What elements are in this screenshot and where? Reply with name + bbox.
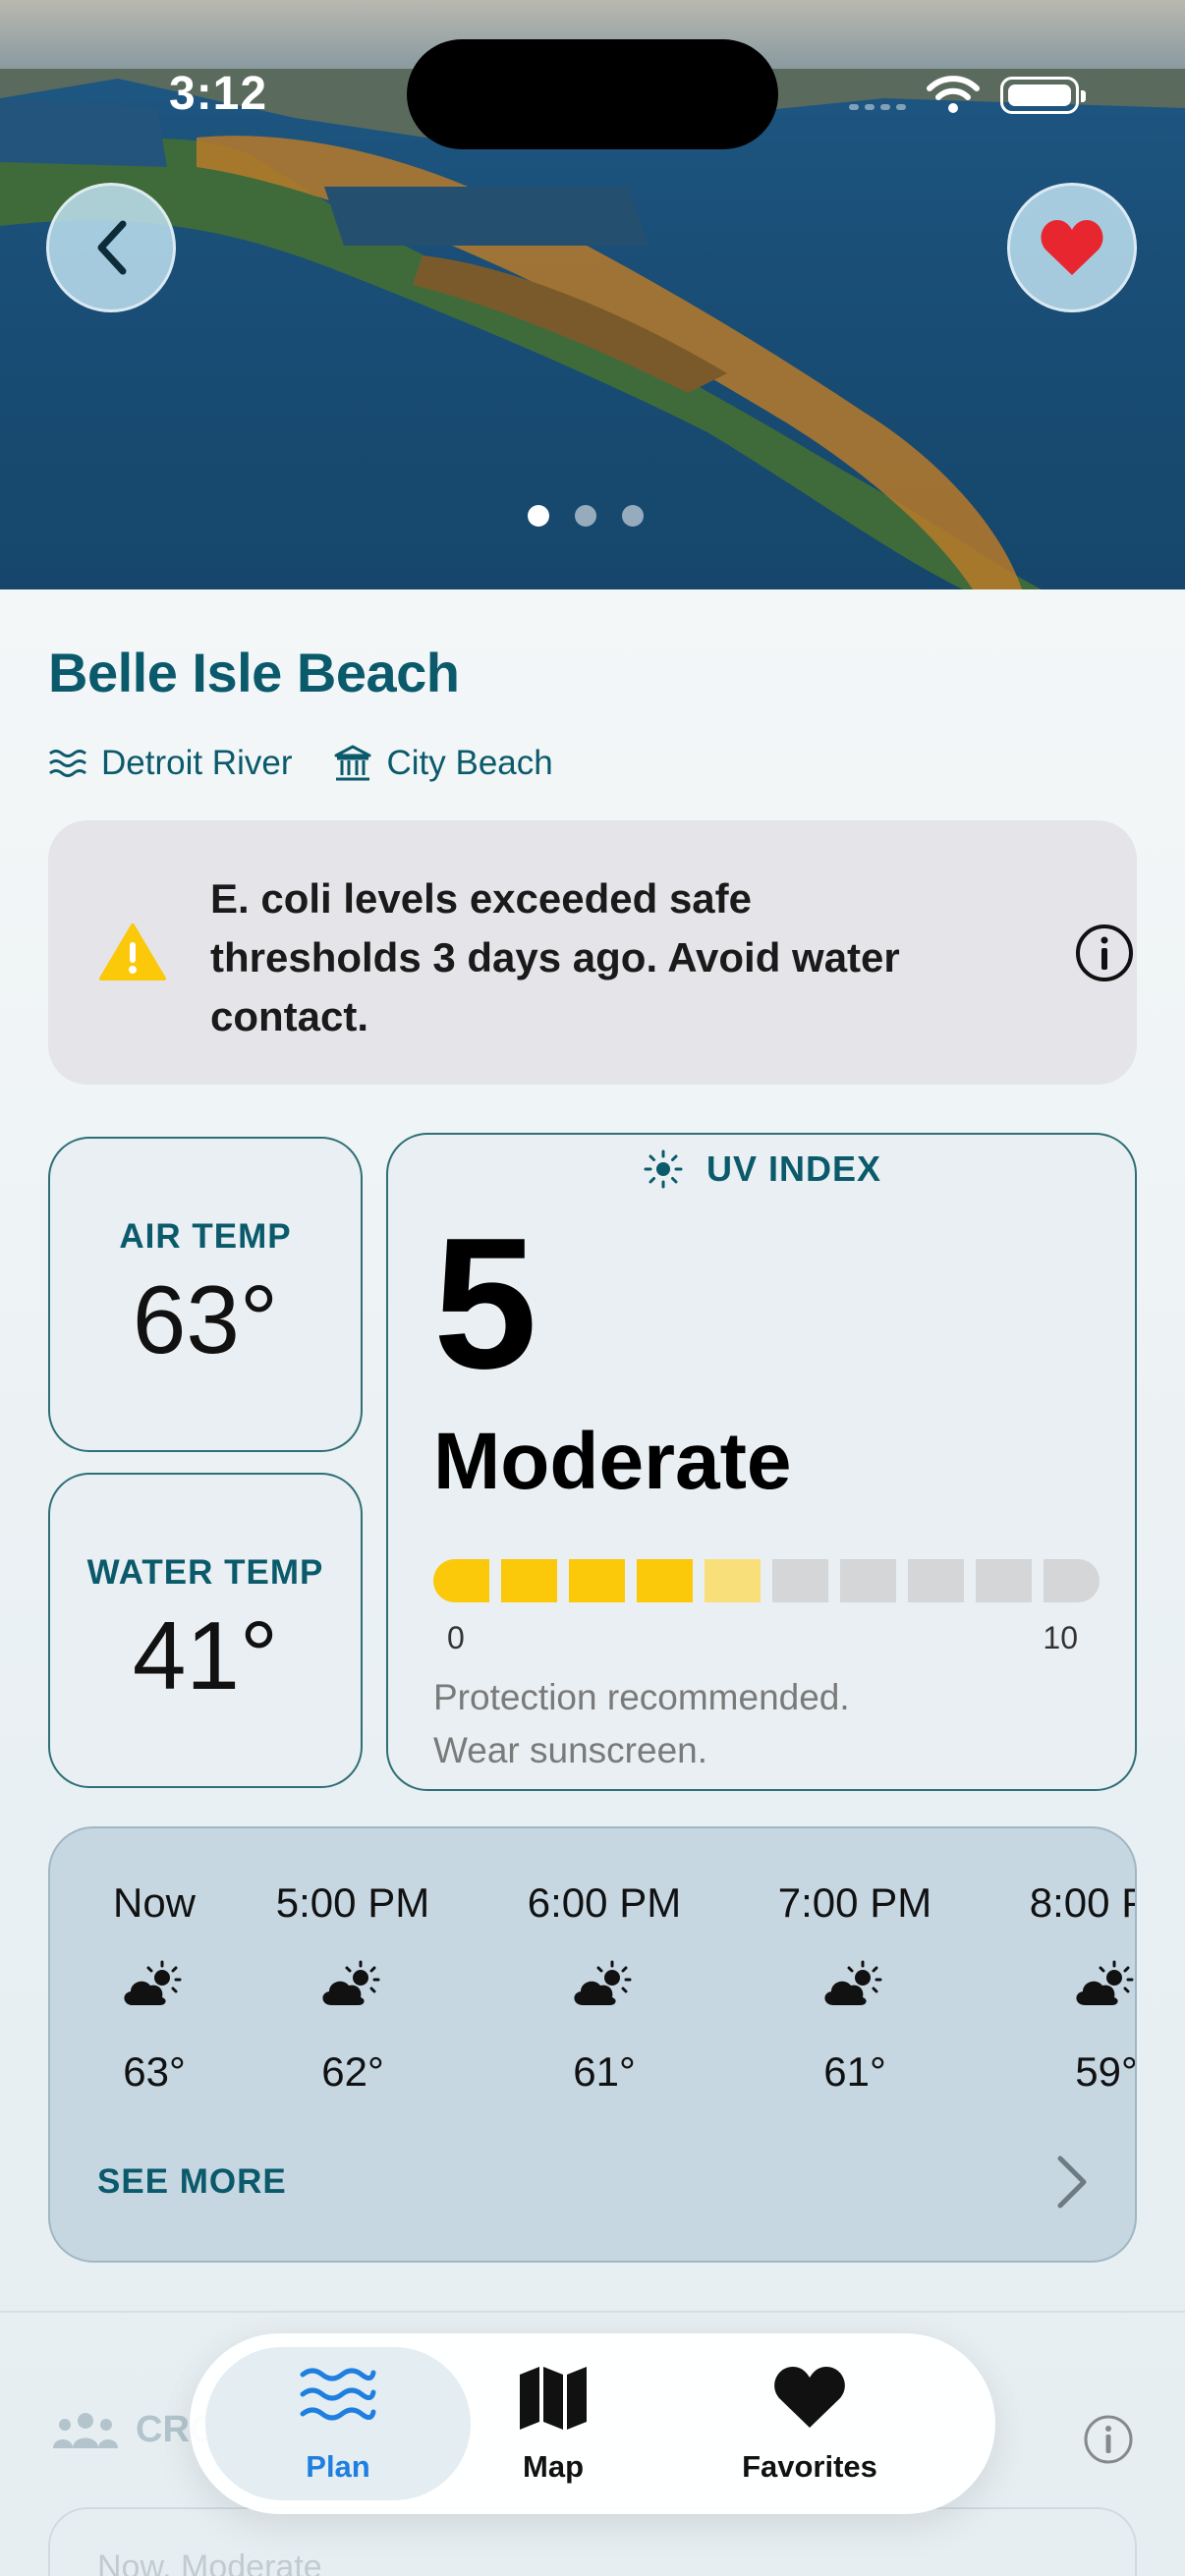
hour-temp: 62° <box>321 2048 384 2095</box>
water-body-label: Detroit River <box>101 744 293 782</box>
uv-level: Moderate <box>433 1417 792 1506</box>
cellular-signal-icon <box>849 104 906 110</box>
chevron-left-icon <box>97 220 127 275</box>
image-pager[interactable] <box>528 505 644 527</box>
uv-scale-bar <box>433 1559 1100 1602</box>
crowd-card[interactable]: Now, Moderate <box>48 2507 1137 2576</box>
uv-segment <box>908 1559 964 1602</box>
uv-segment <box>772 1559 828 1602</box>
map-icon <box>520 2367 587 2430</box>
tab-bar: Plan Map Favorites <box>190 2333 995 2514</box>
beach-category-label: City Beach <box>386 744 553 782</box>
info-icon[interactable] <box>1082 2413 1135 2466</box>
tab-favorites[interactable]: Favorites <box>726 2333 893 2514</box>
favorite-button[interactable] <box>1007 183 1137 312</box>
info-icon[interactable] <box>1074 923 1135 983</box>
tab-label: Map <box>523 2449 584 2484</box>
air-temp-label: AIR TEMP <box>119 1217 292 1256</box>
partly-sunny-icon <box>822 1960 882 2007</box>
status-time: 3:12 <box>169 68 268 120</box>
hour-time: 6:00 PM <box>527 1879 682 1926</box>
hero-photo[interactable]: 3:12 <box>0 0 1185 589</box>
uv-segment <box>976 1559 1032 1602</box>
heart-icon <box>774 2367 845 2428</box>
pager-dot[interactable] <box>575 505 596 527</box>
uv-segment <box>840 1559 896 1602</box>
uv-segment <box>637 1559 693 1602</box>
uv-description-line: Wear sunscreen. <box>433 1730 707 1770</box>
hour-time: 7:00 PM <box>777 1879 932 1926</box>
uv-segment <box>1044 1559 1100 1602</box>
air-temp-value: 63° <box>132 1265 279 1373</box>
battery-icon <box>1000 77 1086 114</box>
building-columns-icon <box>334 745 371 781</box>
hour-temp: 59° <box>1075 2048 1137 2095</box>
uv-segment <box>501 1559 557 1602</box>
uv-scale-max: 10 <box>1043 1620 1078 1655</box>
uv-scale-min: 0 <box>447 1620 465 1655</box>
wifi-icon <box>927 76 980 113</box>
hour-time: 5:00 PM <box>275 1879 430 1926</box>
uv-segment <box>569 1559 625 1602</box>
uv-description-line: Protection recommended. <box>433 1677 850 1717</box>
water-temp-label: WATER TEMP <box>86 1553 324 1592</box>
crowd-status: Now, Moderate <box>97 2548 322 2576</box>
chevron-right-icon[interactable] <box>1052 2153 1092 2212</box>
people-icon <box>53 2412 118 2448</box>
sun-icon <box>644 1149 683 1189</box>
uv-description: Protection recommended. Wear sunscreen. <box>433 1671 850 1777</box>
air-temp-card[interactable]: AIR TEMP 63° <box>48 1137 363 1452</box>
beach-meta: Detroit River City Beach <box>48 744 553 783</box>
hour-time: Now <box>112 1879 197 1926</box>
hour-time: 8:00 PM <box>1029 1879 1135 1926</box>
partly-sunny-icon <box>572 1960 632 2007</box>
waves-icon <box>300 2368 376 2421</box>
uv-segment <box>433 1559 489 1602</box>
tab-label: Plan <box>306 2449 370 2484</box>
tab-plan[interactable]: Plan <box>205 2333 471 2514</box>
back-button[interactable] <box>46 183 176 312</box>
uv-value: 5 <box>433 1200 537 1408</box>
heart-icon <box>1041 220 1103 275</box>
tab-label: Favorites <box>742 2449 877 2484</box>
hourly-forecast-card[interactable]: Now 63° 5:00 PM 62° 6:00 PM 61° 7:00 PM … <box>48 1826 1137 2263</box>
partly-sunny-icon <box>320 1960 380 2007</box>
water-quality-alert[interactable]: E. coli levels exceeded safe thresholds … <box>48 820 1137 1085</box>
tab-map[interactable]: Map <box>484 2333 622 2514</box>
uv-segment <box>705 1559 761 1602</box>
water-temp-card[interactable]: WATER TEMP 41° <box>48 1473 363 1788</box>
see-more-link[interactable]: SEE MORE <box>97 2162 287 2202</box>
uv-label: UV INDEX <box>706 1148 882 1189</box>
pager-dot[interactable] <box>528 505 549 527</box>
uv-header: UV INDEX <box>644 1148 881 1190</box>
uv-index-card[interactable]: UV INDEX 5 Moderate 0 10 Protection reco… <box>386 1133 1137 1791</box>
partly-sunny-icon <box>122 1960 182 2007</box>
hour-temp: 61° <box>573 2048 636 2095</box>
pager-dot[interactable] <box>622 505 644 527</box>
warning-icon <box>99 924 166 980</box>
section-divider <box>0 2311 1185 2313</box>
alert-message: E. coli levels exceeded safe thresholds … <box>210 875 900 1039</box>
hour-temp: 63° <box>123 2048 186 2095</box>
beach-title: Belle Isle Beach <box>48 642 460 703</box>
water-temp-value: 41° <box>132 1601 279 1709</box>
water-waves-icon <box>49 750 86 777</box>
dynamic-island <box>407 39 778 149</box>
partly-sunny-icon <box>1074 1960 1134 2007</box>
hour-temp: 61° <box>823 2048 886 2095</box>
